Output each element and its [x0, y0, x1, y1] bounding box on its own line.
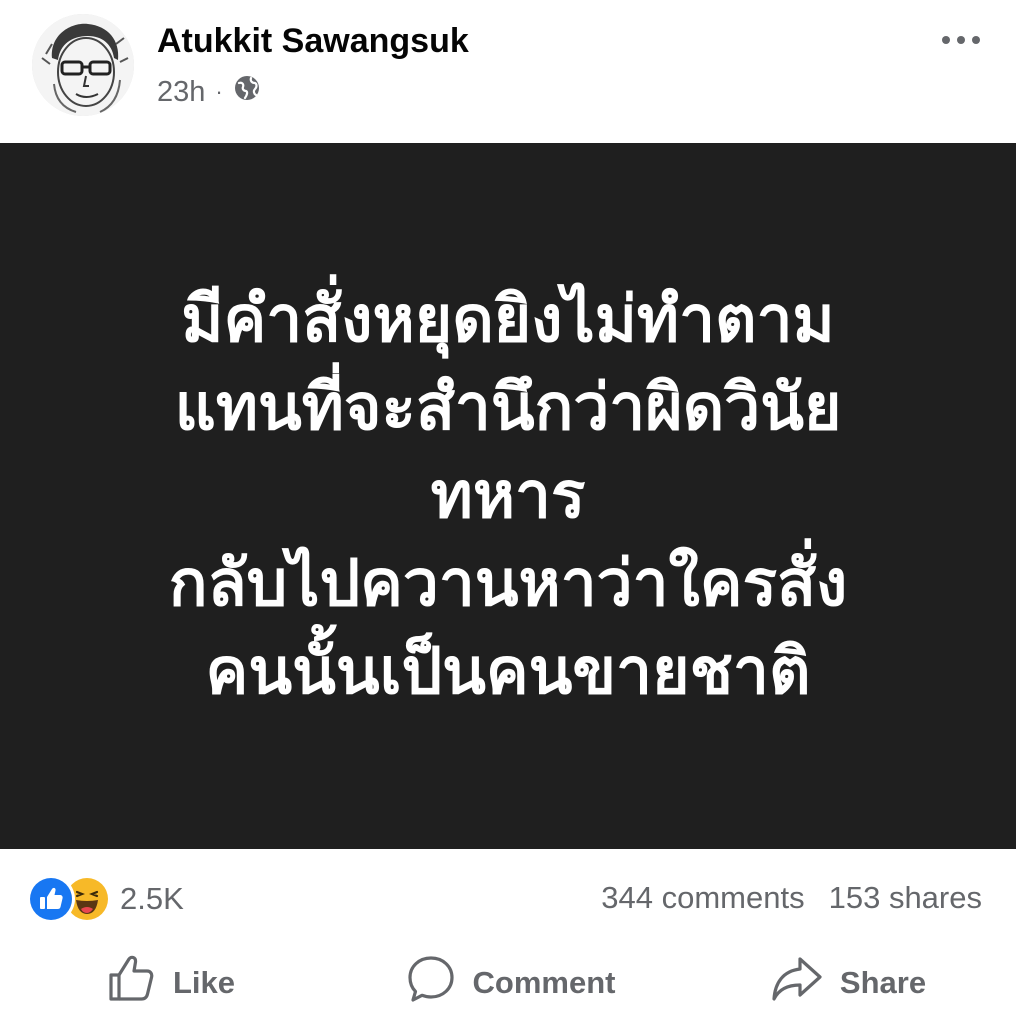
more-dot — [942, 36, 950, 44]
comment-bubble-icon — [405, 953, 457, 1013]
reactions-summary[interactable]: 2.5K — [30, 878, 184, 920]
post-image-text-line: มีคำสั่งหยุดยิงไม่ทำตาม — [181, 283, 835, 357]
author-name[interactable]: Atukkit Sawangsuk — [157, 22, 469, 61]
like-label: Like — [172, 965, 236, 1000]
like-reaction-icon — [30, 878, 72, 920]
share-button[interactable]: Share — [680, 944, 1016, 1022]
more-dot — [972, 36, 980, 44]
haha-reaction-icon — [66, 878, 108, 920]
post-meta: 23h · — [157, 74, 261, 110]
shares-count-link[interactable]: 153 shares — [829, 880, 982, 916]
like-button[interactable]: Like — [0, 944, 340, 1022]
avatar[interactable] — [32, 14, 134, 116]
comment-label: Comment — [472, 965, 616, 1000]
post-image-text-line: แทนที่จะสำนึกว่าผิดวินัย — [174, 371, 842, 445]
comment-button[interactable]: Comment — [340, 944, 680, 1022]
thumbs-up-icon — [105, 953, 157, 1013]
engagement-counts: 344 comments 153 shares — [601, 880, 982, 916]
post-image-text-line: ทหาร — [430, 459, 586, 533]
post-image-text-line: คนนั้นเป็นคนขายชาติ — [205, 635, 811, 709]
more-dot — [957, 36, 965, 44]
reaction-count: 2.5K — [120, 881, 184, 916]
post-actions-bar: Like Comment Share — [0, 944, 1016, 1022]
meta-separator: · — [215, 79, 223, 104]
more-options-button[interactable] — [936, 24, 986, 56]
share-arrow-icon — [770, 953, 824, 1013]
post-header: Atukkit Sawangsuk 23h · — [0, 0, 1016, 140]
avatar-sketch-image — [32, 14, 134, 116]
post-image-text-line: กลับไปควานหาว่าใครสั่ง — [168, 547, 848, 621]
post-stats: 2.5K 344 comments 153 shares — [0, 870, 1016, 932]
timestamp[interactable]: 23h — [157, 76, 205, 109]
comments-count-link[interactable]: 344 comments — [601, 880, 804, 916]
share-label: Share — [839, 965, 927, 1000]
globe-icon — [233, 74, 261, 110]
post-image[interactable]: มีคำสั่งหยุดยิงไม่ทำตาม แทนที่จะสำนึกว่า… — [0, 143, 1016, 849]
